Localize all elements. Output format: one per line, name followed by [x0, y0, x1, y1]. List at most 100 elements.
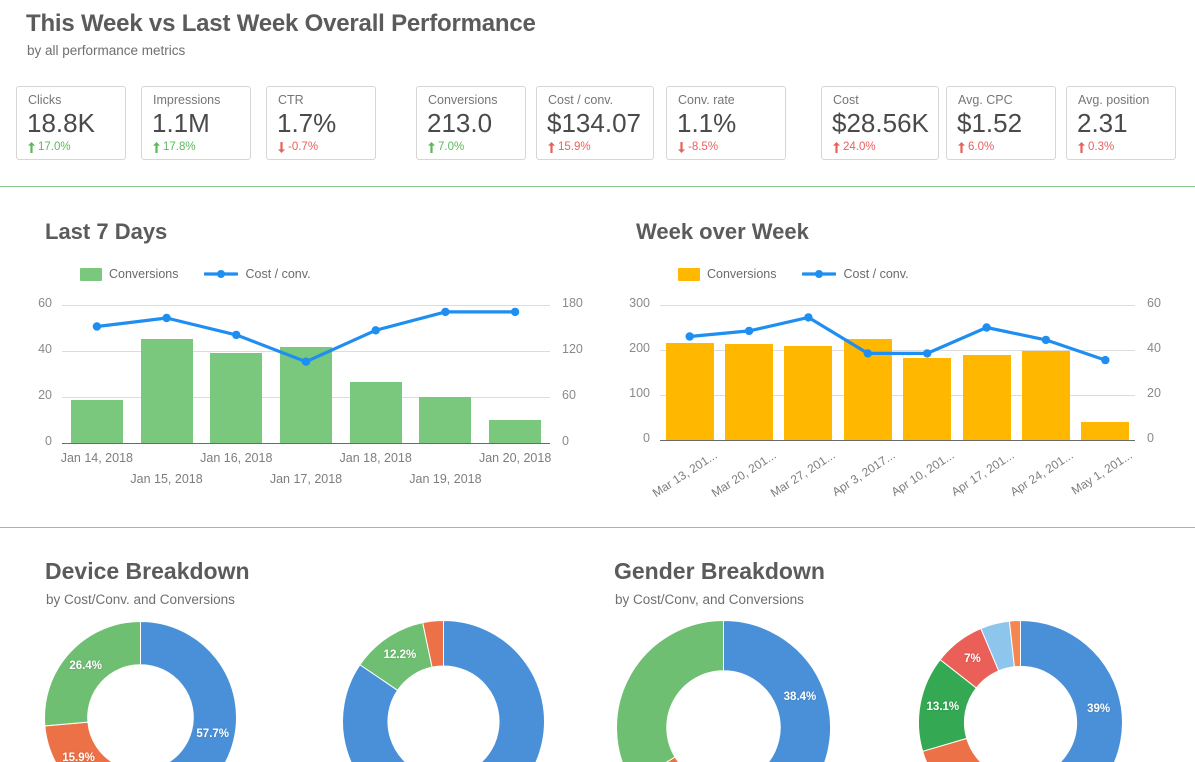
arrow-down-icon [678, 141, 685, 153]
scorecard-delta-text: -0.7% [288, 141, 319, 153]
scorecard-label: Conv. rate [678, 93, 735, 107]
scorecard-avg-position[interactable]: Avg. position 2.31 0.3% [1066, 86, 1176, 160]
donut-slice-label: 13.1% [926, 700, 960, 713]
scorecard-delta-text: 24.0% [843, 141, 876, 153]
scorecard-label: Avg. position [1078, 93, 1150, 107]
scorecard-delta: 15.9% [548, 141, 591, 153]
donut-slice-label: 38.4% [783, 691, 817, 704]
scorecard-value: $1.52 [957, 108, 1023, 138]
legend-label: Conversions [707, 267, 777, 281]
scorecard-value: $28.56K [832, 108, 929, 138]
panel-title-last-7-days: Last 7 Days [45, 219, 168, 244]
scorecard-ctr[interactable]: CTR 1.7% -0.7% [266, 86, 376, 160]
legend-item-cost-per-conv[interactable]: Cost / conv. [802, 267, 909, 281]
scorecard-avg-cpc[interactable]: Avg. CPC $1.52 6.0% [946, 86, 1056, 160]
chart-legend: Conversions Cost / conv. [80, 267, 311, 281]
dashboard-page: This Week vs Last Week Overall Performan… [0, 0, 1195, 762]
scorecard-clicks[interactable]: Clicks 18.8K 17.0% [16, 86, 126, 160]
scorecard-label: Cost / conv. [548, 93, 614, 107]
donut-gender-conversions[interactable]: 39% 13.1% 7% [918, 619, 1123, 762]
page-title: This Week vs Last Week Overall Performan… [26, 10, 536, 37]
arrow-up-icon [153, 141, 160, 153]
scorecard-value: 1.1% [677, 108, 737, 138]
scorecard-delta: 24.0% [833, 141, 876, 153]
legend-swatch-icon [80, 267, 102, 281]
donut-slice-label: 57.7% [196, 728, 230, 741]
x-axis-tick: Jan 14, 2018 [60, 451, 133, 465]
scorecard-delta-text: 0.3% [1088, 141, 1115, 153]
scorecard-label: Clicks [28, 93, 62, 107]
scorecard-label: Cost [833, 93, 859, 107]
scorecard-delta-text: 6.0% [968, 141, 995, 153]
donut-gender-cost-per-conv[interactable]: 38.4%27.9% [615, 619, 831, 762]
legend-label: Cost / conv. [245, 267, 311, 281]
donut-svg [44, 620, 237, 762]
donut-slice-label: 7% [964, 652, 981, 665]
panel-title-gender-breakdown: Gender Breakdown [614, 558, 825, 584]
scorecard-delta: -0.7% [278, 141, 318, 153]
legend-line-icon [204, 268, 239, 280]
scorecard-impressions[interactable]: Impressions 1.1M 17.8% [141, 86, 251, 160]
donut-device-cost-per-conv[interactable]: 57.7% 15.9% 26.4% [43, 620, 238, 762]
x-axis-tick: Jan 20, 2018 [478, 451, 552, 465]
scorecard-label: Avg. CPC [958, 93, 1013, 107]
section-divider-bottom [0, 527, 1195, 528]
legend-swatch-icon [678, 267, 700, 281]
page-subtitle: by all performance metrics [27, 43, 186, 58]
scorecard-delta: 17.8% [153, 141, 196, 153]
scorecard-delta-text: 7.0% [438, 141, 465, 153]
scorecard-delta-text: -8.5% [688, 141, 719, 153]
legend-label: Cost / conv. [843, 267, 909, 281]
scorecard-value: 213.0 [427, 108, 493, 138]
panel-title-week-over-week: Week over Week [636, 219, 809, 244]
scorecard-row: Clicks 18.8K 17.0% Impressions 1.1M 17.8% CTR 1… [0, 86, 1195, 162]
scorecard-label: Impressions [153, 93, 221, 107]
donut-slice-label: 39% [1087, 703, 1111, 716]
scorecard-conversions[interactable]: Conversions 213.0 7.0% [416, 86, 526, 160]
legend-label: Conversions [109, 267, 179, 281]
legend-item-cost-per-conv[interactable]: Cost / conv. [204, 267, 311, 281]
scorecard-delta-text: 17.0% [38, 141, 71, 153]
x-axis-tick: Jan 18, 2018 [339, 451, 412, 465]
scorecard-value: $134.07 [547, 108, 641, 138]
arrow-up-icon [428, 141, 435, 153]
legend-item-conversions[interactable]: Conversions [678, 267, 776, 281]
donut-svg [342, 619, 545, 762]
scorecard-delta: 0.3% [1078, 141, 1114, 153]
arrow-up-icon [958, 141, 965, 153]
x-axis-tick: Jan 17, 2018 [269, 472, 343, 486]
donut-device-conversions[interactable]: 12.2% [342, 619, 545, 762]
arrow-up-icon [833, 141, 840, 153]
scorecard-value: 1.1M [152, 108, 210, 138]
scorecard-delta: 7.0% [428, 141, 464, 153]
chart-last-7-days[interactable]: 0 20 40 60 0 60 120 180 Jan 14, 2018 Jan 15, 2018… [20, 255, 600, 495]
section-divider-top [0, 186, 1195, 187]
scorecard-delta-text: 17.8% [163, 141, 196, 153]
arrow-up-icon [1078, 141, 1085, 153]
scorecard-delta-text: 15.9% [558, 141, 591, 153]
donut-slice-label: 12.2% [383, 649, 417, 662]
panel-subtitle-device-breakdown: by Cost/Conv. and Conversions [46, 592, 235, 607]
scorecard-cost[interactable]: Cost $28.56K 24.0% [821, 86, 939, 160]
panel-title-device-breakdown: Device Breakdown [45, 558, 250, 584]
scorecard-delta: 6.0% [958, 141, 994, 153]
scorecard-delta: -8.5% [678, 141, 718, 153]
arrow-up-icon [28, 141, 35, 153]
scorecard-label: Conversions [428, 93, 498, 107]
panel-subtitle-gender-breakdown: by Cost/Conv, and Conversions [615, 592, 804, 607]
legend-line-icon [802, 268, 837, 280]
arrow-up-icon [548, 141, 555, 153]
x-axis-tick: Jan 16, 2018 [200, 451, 273, 465]
scorecard-value: 18.8K [27, 108, 95, 138]
scorecard-label: CTR [278, 93, 304, 107]
arrow-down-icon [278, 141, 285, 153]
x-axis-tick: Jan 19, 2018 [409, 472, 482, 486]
scorecard-value: 2.31 [1077, 108, 1128, 138]
scorecard-delta: 17.0% [28, 141, 71, 153]
scorecard-cost-conv[interactable]: Cost / conv. $134.07 15.9% [536, 86, 654, 160]
chart-legend: Conversions Cost / conv. [678, 267, 909, 281]
chart-week-over-week[interactable]: 0 100 200 300 0 20 40 60 Mar 13, 201... Mar 20, 2… [612, 255, 1187, 510]
scorecard-conv-rate[interactable]: Conv. rate 1.1% -8.5% [666, 86, 786, 160]
legend-item-conversions[interactable]: Conversions [80, 267, 178, 281]
donut-slice-label: 15.9% [62, 751, 95, 762]
